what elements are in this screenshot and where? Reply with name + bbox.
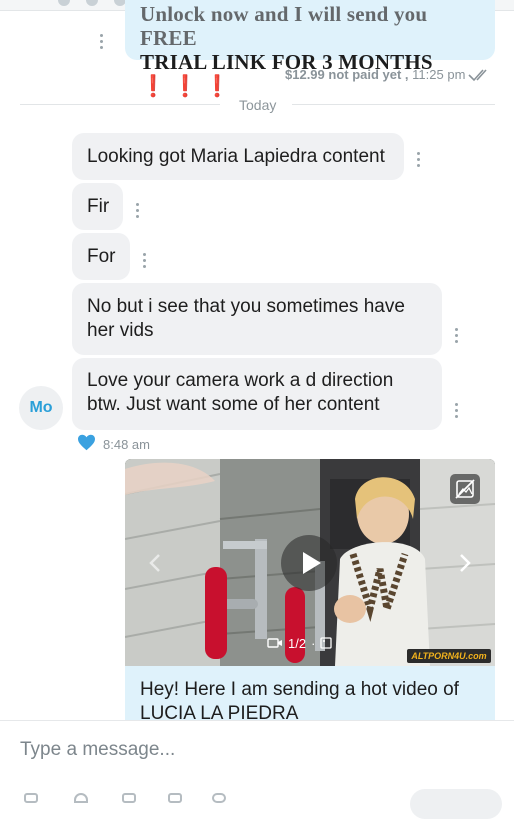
toolbar-icon[interactable]	[86, 0, 98, 6]
message-text: Looking got Maria Lapiedra content	[87, 146, 385, 167]
message-time: 8:48 am	[103, 437, 150, 452]
incoming-message-bubble: Fir	[72, 183, 123, 230]
message-options-icon[interactable]	[455, 403, 459, 421]
heart-icon[interactable]	[77, 434, 96, 451]
incoming-message-bubble: Looking got Maria Lapiedra content	[72, 133, 404, 180]
message-line: Love your camera work a d direction	[87, 370, 394, 391]
media-counter: 1/2 ·	[267, 633, 333, 653]
chevron-right-icon[interactable]	[459, 553, 471, 573]
day-divider: Today	[239, 97, 277, 113]
toolbar-icon[interactable]	[168, 793, 182, 803]
incoming-message-bubble: No but i see that you sometimes have her…	[72, 283, 442, 355]
separator-dot: ·	[311, 635, 316, 651]
video-camera-icon	[267, 638, 282, 648]
message-options-icon[interactable]	[143, 253, 147, 271]
divider-line	[292, 104, 495, 105]
caption-line: Hey! Here I am sending a hot video of	[140, 679, 459, 700]
video-preview[interactable]: 1/2 · ALTPORN4U.com	[125, 459, 495, 666]
message-options-icon[interactable]	[417, 152, 421, 170]
message-options-icon[interactable]	[100, 34, 104, 52]
watermark: ALTPORN4U.com	[411, 651, 487, 661]
payment-status: $12.99 not paid yet ,	[285, 67, 409, 82]
hide-media-button[interactable]	[450, 474, 480, 504]
message-input[interactable]: Type a message...	[20, 739, 175, 761]
image-off-icon	[455, 479, 475, 499]
exclamation-marks: ❗❗❗	[140, 74, 237, 98]
message-text: Fir	[87, 196, 110, 217]
toolbar-icon[interactable]	[24, 793, 38, 803]
toolbar-icon[interactable]	[122, 793, 136, 803]
chevron-left-icon[interactable]	[149, 553, 161, 573]
incoming-message-bubble: For	[72, 233, 130, 280]
send-button[interactable]	[410, 789, 502, 819]
message-line: No but i see that you sometimes have	[87, 296, 405, 317]
play-icon	[303, 552, 321, 574]
message-time: 11:25 pm	[412, 67, 466, 82]
divider-line	[20, 104, 220, 105]
message-options-icon[interactable]	[136, 203, 140, 221]
incoming-message-bubble: Love your camera work a d direction btw.…	[72, 358, 442, 430]
message-line: her vids	[87, 320, 154, 341]
toolbar-icon[interactable]	[58, 0, 70, 6]
message-line: btw. Just want some of her content	[87, 394, 380, 415]
play-button[interactable]	[281, 535, 337, 591]
avatar[interactable]: Mo	[19, 386, 63, 430]
photo-icon	[320, 637, 333, 649]
message-line: Unlock now and I will send you FREE	[140, 2, 428, 50]
message-text: For	[87, 246, 116, 267]
outgoing-message-bubble: Unlock now and I will send you FREE TRIA…	[125, 0, 495, 98]
toolbar-icon[interactable]	[74, 793, 88, 803]
message-options-icon[interactable]	[455, 328, 459, 346]
media-count: 1/2	[288, 635, 307, 651]
read-double-check-icon	[468, 69, 487, 82]
toolbar-icon[interactable]	[212, 793, 226, 803]
message-status: $12.99 not paid yet , 11:25 pm	[285, 67, 465, 82]
